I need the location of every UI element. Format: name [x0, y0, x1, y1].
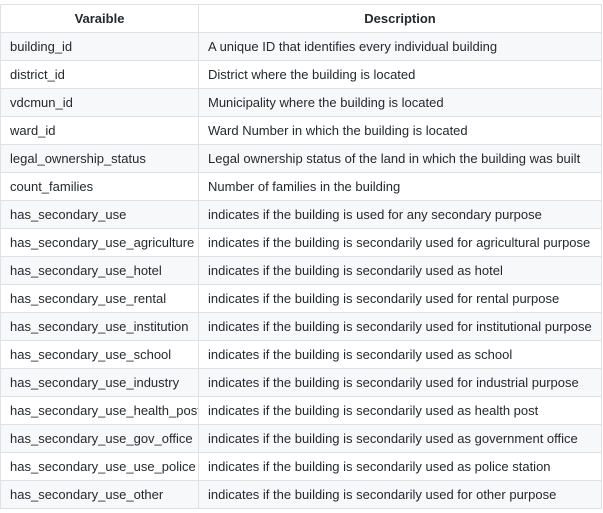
variable-cell: has_secondary_use_agriculture [0, 228, 199, 257]
variable-cell: vdcmun_id [0, 88, 199, 117]
description-cell: indicates if the building is secondarily… [198, 340, 602, 369]
column-header-description: Description [198, 4, 602, 33]
table-row: has_secondary_use_institution indicates i… [0, 312, 602, 341]
description-cell: indicates if the building is secondarily… [198, 480, 602, 509]
table-row: has_secondary_use_agriculture indicates i… [0, 228, 602, 257]
table-row: district_id District where the building i… [0, 60, 602, 89]
description-cell: Legal ownership status of the land in wh… [198, 144, 602, 173]
variable-cell: has_secondary_use [0, 200, 199, 229]
description-cell: indicates if the building is secondarily… [198, 368, 602, 397]
description-cell: indicates if the building is secondarily… [198, 256, 602, 285]
variable-cell: district_id [0, 60, 199, 89]
variable-cell: has_secondary_use_hotel [0, 256, 199, 285]
table-row: building_id A unique ID that identifies e… [0, 32, 602, 61]
variable-cell: has_secondary_use_rental [0, 284, 199, 313]
table-row: has_secondary_use_rental indicates if the… [0, 284, 602, 313]
table-row: has_secondary_use_school indicates if the… [0, 340, 602, 369]
description-cell: District where the building is located [198, 60, 602, 89]
description-cell: Ward Number in which the building is loc… [198, 116, 602, 145]
table-row: has_secondary_use indicates if the buildi… [0, 200, 602, 229]
table-row: has_secondary_use_other indicates if the … [0, 480, 602, 509]
variable-cell: has_secondary_use_industry [0, 368, 199, 397]
table-row: ward_id Ward Number in which the building… [0, 116, 602, 145]
description-cell: indicates if the building is secondarily… [198, 424, 602, 453]
table-row: has_secondary_use_industry indicates if t… [0, 368, 602, 397]
table-row: has_secondary_use_health_post indicates i… [0, 396, 602, 425]
column-header-variable: Varaible [0, 4, 199, 33]
description-cell: indicates if the building is secondarily… [198, 396, 602, 425]
description-cell: indicates if the building is secondarily… [198, 228, 602, 257]
description-cell: indicates if the building is used for an… [198, 200, 602, 229]
table-row: count_families Number of families in the … [0, 172, 602, 201]
variable-cell: has_secondary_use_institution [0, 312, 199, 341]
table-row: has_secondary_use_use_police indicates if… [0, 452, 602, 481]
variable-cell: count_families [0, 172, 199, 201]
variable-cell: ward_id [0, 116, 199, 145]
variable-cell: has_secondary_use_other [0, 480, 199, 509]
description-cell: Number of families in the building [198, 172, 602, 201]
table-row: has_secondary_use_hotel indicates if the … [0, 256, 602, 285]
variables-table-container: Varaible Description building_id A unique… [0, 4, 603, 513]
variable-cell: has_secondary_use_health_post [0, 396, 199, 425]
table-row: legal_ownership_status Legal ownership st… [0, 144, 602, 173]
variable-cell: has_secondary_use_gov_office [0, 424, 199, 453]
variables-table: Varaible Description building_id A unique… [0, 4, 602, 509]
variable-cell: building_id [0, 32, 199, 61]
variable-cell: has_secondary_use_use_police [0, 452, 199, 481]
table-header: Varaible Description [0, 4, 602, 33]
description-cell: indicates if the building is secondarily… [198, 452, 602, 481]
variable-cell: has_secondary_use_school [0, 340, 199, 369]
description-cell: indicates if the building is secondarily… [198, 284, 602, 313]
description-cell: Municipality where the building is locat… [198, 88, 602, 117]
description-cell: A unique ID that identifies every indivi… [198, 32, 602, 61]
header-row: Varaible Description [0, 4, 602, 33]
variable-cell: legal_ownership_status [0, 144, 199, 173]
table-row: vdcmun_id Municipality where the building… [0, 88, 602, 117]
table-body: building_id A unique ID that identifies e… [0, 32, 602, 509]
description-cell: indicates if the building is secondarily… [198, 312, 602, 341]
table-row: has_secondary_use_gov_office indicates if… [0, 424, 602, 453]
